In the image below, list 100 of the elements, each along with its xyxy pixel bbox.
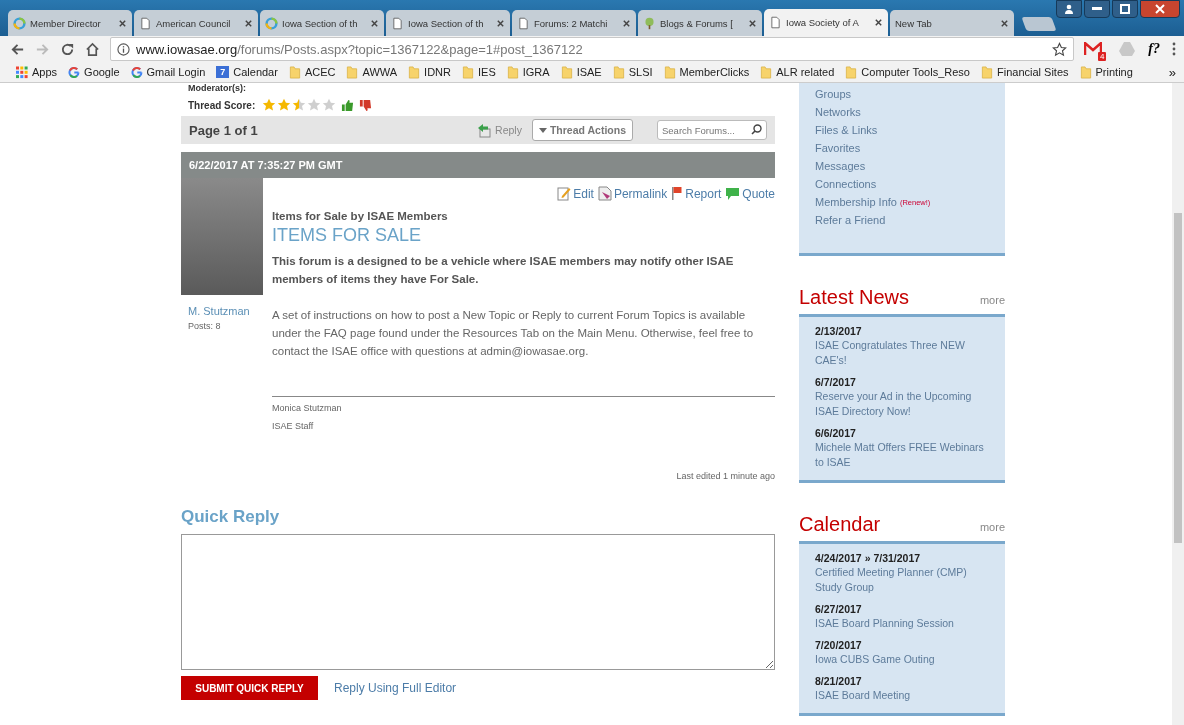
submit-button[interactable]: SUBMIT QUICK REPLY xyxy=(181,676,318,700)
browser-tab[interactable]: Member Director xyxy=(8,10,132,36)
menu-link[interactable]: Favorites xyxy=(815,142,861,154)
bookmark[interactable]: SLSI xyxy=(612,65,653,79)
menu-link[interactable]: Groups xyxy=(815,88,852,100)
browser-tab[interactable]: Forums: 2 Matchi xyxy=(512,10,636,36)
author-link[interactable]: M. Stutzman xyxy=(188,305,263,317)
bookmark-label: Financial Sites xyxy=(997,66,1069,78)
menu-icon[interactable] xyxy=(1172,42,1176,56)
more-bookmarks-button[interactable]: » xyxy=(1168,64,1176,80)
bookmark[interactable]: ISAE xyxy=(560,65,602,79)
menu-link[interactable]: Networks xyxy=(815,106,861,118)
tab-title: New Tab xyxy=(895,17,933,29)
folder-icon xyxy=(612,65,625,79)
browser-tab[interactable]: Iowa Section of th xyxy=(386,10,510,36)
flag-icon xyxy=(671,186,684,201)
search-icon xyxy=(751,124,762,135)
bookmark[interactable]: MemberClicks xyxy=(663,65,750,79)
bookmark[interactable]: Google xyxy=(68,65,120,79)
star-icon[interactable] xyxy=(277,98,292,112)
new-tab-button[interactable] xyxy=(1021,17,1057,31)
bookmark[interactable]: IES xyxy=(462,65,496,79)
maximize-button[interactable] xyxy=(1112,0,1138,18)
close-window-button[interactable] xyxy=(1140,0,1180,18)
signature-line: Monica Stutzman xyxy=(272,402,343,415)
bookmark[interactable]: 7 Calendar xyxy=(216,66,278,78)
search-field[interactable]: Search Forums... xyxy=(657,120,767,140)
bookmark[interactable]: ACEC xyxy=(288,65,336,79)
star-icon[interactable] xyxy=(262,98,277,112)
bookmark[interactable]: AWWA xyxy=(346,65,398,79)
browser-tab[interactable]: American Council xyxy=(134,10,258,36)
item-link[interactable]: Certified Meeting Planner (CMP) Study Group xyxy=(815,565,989,595)
post-action-link[interactable]: Edit xyxy=(557,186,594,201)
reload-icon[interactable] xyxy=(60,41,75,57)
close-icon[interactable] xyxy=(874,18,883,27)
item-link[interactable]: Iowa CUBS Game Outing xyxy=(815,652,989,667)
close-icon[interactable] xyxy=(370,18,379,28)
browser-tab[interactable]: Blogs & Forums [ xyxy=(638,10,762,36)
thumbs-up-icon[interactable] xyxy=(341,98,355,112)
item-link[interactable]: ISAE Board Meeting xyxy=(815,688,989,703)
menu-link[interactable]: Membership Info xyxy=(815,196,897,208)
bookmark-label: Gmail Login xyxy=(146,66,206,78)
menu-link[interactable]: Refer a Friend xyxy=(815,214,886,226)
post-action-link[interactable]: Report xyxy=(671,186,722,201)
item-link[interactable]: Michele Matt Offers FREE Webinars to ISAE xyxy=(815,440,989,470)
item-link[interactable]: ISAE Congratulates Three NEW CAE's! xyxy=(815,338,989,368)
bookmark[interactable]: Gmail Login xyxy=(130,65,206,79)
last-edited-note: Last edited 1 minute ago xyxy=(675,471,775,481)
item-date: 4/24/2017 » 7/31/2017 xyxy=(815,552,922,564)
browser-tab[interactable]: New Tab xyxy=(890,10,1014,36)
more-link[interactable]: more xyxy=(979,294,1005,306)
thumbs-down-icon[interactable] xyxy=(359,98,373,112)
address-bar[interactable]: www.iowasae.org/forums/Posts.aspx?topic=1367122&page=1#post_1367122 xyxy=(110,37,1075,61)
unread-badge: 4 xyxy=(1097,52,1107,61)
star-icon[interactable] xyxy=(292,98,307,112)
url-text: www.iowasae.org/forums/Posts.aspx?topic=1367122&page=1#post_1367122 xyxy=(136,41,584,57)
tab-title: Blogs & Forums [ xyxy=(660,17,734,29)
bookmark[interactable]: Financial Sites xyxy=(981,65,1069,79)
close-icon xyxy=(1155,4,1165,14)
menu-link[interactable]: Connections xyxy=(815,178,877,190)
minimize-button[interactable] xyxy=(1084,0,1110,18)
circle-logo-icon xyxy=(265,16,278,30)
close-icon[interactable] xyxy=(118,18,127,28)
back-icon[interactable] xyxy=(10,41,25,57)
close-icon[interactable] xyxy=(496,18,505,28)
tab-title: American Council xyxy=(156,17,232,29)
section-heading: Latest News xyxy=(799,286,910,309)
folder-icon xyxy=(462,65,474,79)
bookmark[interactable]: Printing xyxy=(1079,65,1133,79)
item-link[interactable]: Reserve your Ad in the Upcoming ISAE Directory Now! xyxy=(815,389,989,419)
thread-actions-button[interactable]: Thread Actions xyxy=(531,119,633,141)
user-button[interactable] xyxy=(1056,0,1082,18)
minimize-icon xyxy=(1092,7,1102,11)
forum-subtitle: Items for Sale by ISAE Members xyxy=(272,210,449,222)
star-icon[interactable] xyxy=(307,98,322,112)
close-icon[interactable] xyxy=(748,18,757,28)
close-icon[interactable] xyxy=(622,18,631,28)
extension-button[interactable]: f? xyxy=(1148,41,1160,57)
item-link[interactable]: ISAE Board Planning Session xyxy=(815,616,989,631)
browser-tab[interactable]: Iowa Society of A xyxy=(764,9,888,36)
more-link[interactable]: more xyxy=(979,521,1005,533)
star-icon[interactable] xyxy=(1052,41,1068,57)
close-icon[interactable] xyxy=(1000,18,1009,28)
bookmark[interactable]: IGRA xyxy=(506,65,550,79)
page-icon xyxy=(769,16,782,29)
menu-link[interactable]: Files & Links xyxy=(815,124,878,136)
post-action-link[interactable]: Quote xyxy=(725,186,775,201)
star-icon[interactable] xyxy=(322,98,337,112)
full-editor-link[interactable]: Reply Using Full Editor xyxy=(334,681,457,695)
g-logo-icon xyxy=(68,65,81,79)
post-action-link[interactable]: Permalink xyxy=(597,186,668,201)
home-icon[interactable] xyxy=(85,41,100,57)
bookmark[interactable]: ALR related xyxy=(760,65,835,79)
bookmark[interactable]: IDNR xyxy=(408,65,451,79)
close-icon[interactable] xyxy=(244,18,253,28)
scrollbar[interactable] xyxy=(1172,83,1184,725)
browser-tab[interactable]: Iowa Section of th xyxy=(260,10,384,36)
bookmark[interactable]: Apps xyxy=(16,65,58,79)
bookmark[interactable]: Computer Tools_Reso xyxy=(845,65,970,79)
menu-link[interactable]: Messages xyxy=(815,160,866,172)
